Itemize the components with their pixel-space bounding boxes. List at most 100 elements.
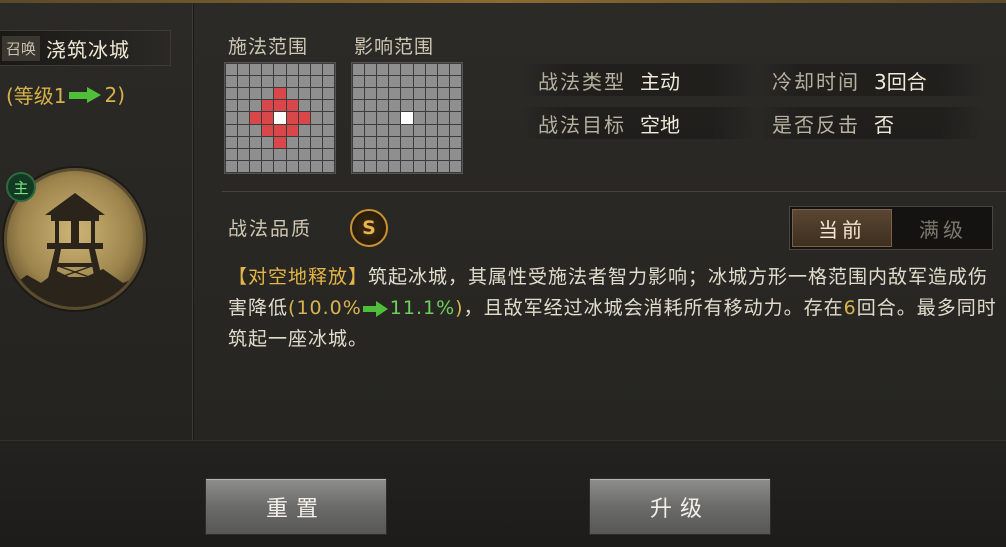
range-cell: [238, 100, 250, 112]
range-cell: [353, 136, 365, 148]
range-cell: [250, 64, 262, 76]
counterattack-row: 是否反击 否: [756, 107, 986, 139]
effect-range-label: 影响范围: [354, 36, 435, 58]
range-cell: [425, 112, 437, 124]
range-cell: [250, 100, 262, 112]
range-cell: [262, 88, 274, 100]
range-cell: [449, 88, 461, 100]
range-cell-affected: [262, 112, 274, 124]
range-cell: [449, 100, 461, 112]
range-cell: [449, 64, 461, 76]
range-cell: [322, 64, 334, 76]
range-cell: [226, 88, 238, 100]
action-bar: [0, 440, 1006, 547]
range-cell: [322, 124, 334, 136]
range-cell: [286, 136, 298, 148]
upgrade-button[interactable]: 升级: [589, 478, 771, 535]
range-cell: [238, 148, 250, 160]
range-cell: [322, 88, 334, 100]
description-part2: ，且敌军经过冰城会消耗所有移动力。存在: [463, 297, 844, 319]
range-cell: [425, 76, 437, 88]
range-cell: [353, 76, 365, 88]
range-cell: [310, 124, 322, 136]
range-cell: [262, 148, 274, 160]
skill-target-key: 战法目标: [538, 112, 626, 137]
range-cell: [226, 100, 238, 112]
range-cell: [401, 76, 413, 88]
range-cell: [322, 148, 334, 160]
range-cell: [262, 76, 274, 88]
skill-name: 浇筑冰城: [46, 37, 131, 62]
range-cell: [413, 160, 425, 172]
range-cell: [353, 100, 365, 112]
range-cell: [413, 136, 425, 148]
range-cell: [365, 76, 377, 88]
range-cell: [322, 136, 334, 148]
range-cell-affected: [274, 88, 286, 100]
range-cell: [425, 160, 437, 172]
range-cell: [413, 148, 425, 160]
range-cell: [250, 124, 262, 136]
range-cell: [310, 88, 322, 100]
range-cell: [274, 64, 286, 76]
range-cell: [389, 160, 401, 172]
range-cell: [298, 64, 310, 76]
range-cell: [250, 136, 262, 148]
range-cell: [389, 100, 401, 112]
range-cell: [365, 136, 377, 148]
range-cell: [365, 112, 377, 124]
range-cell: [226, 148, 238, 160]
range-cell-affected: [286, 124, 298, 136]
cooldown-key: 冷却时间: [772, 69, 860, 94]
range-cell: [353, 124, 365, 136]
range-cell: [286, 160, 298, 172]
range-cell: [226, 76, 238, 88]
range-cell: [322, 100, 334, 112]
range-cell: [389, 88, 401, 100]
range-cell: [262, 136, 274, 148]
range-cell: [377, 160, 389, 172]
range-cell: [401, 124, 413, 136]
range-cell: [298, 160, 310, 172]
range-cell: [286, 76, 298, 88]
range-cell: [310, 160, 322, 172]
range-cell: [449, 124, 461, 136]
range-cell: [389, 64, 401, 76]
range-cell: [401, 100, 413, 112]
range-cell: [238, 88, 250, 100]
range-cell: [425, 64, 437, 76]
tab-max-level[interactable]: 满级: [894, 207, 992, 249]
range-cell: [286, 148, 298, 160]
range-cell-affected: [250, 112, 262, 124]
range-cell: [365, 160, 377, 172]
range-cell-affected: [274, 124, 286, 136]
range-cell-affected: [262, 124, 274, 136]
range-cell: [365, 148, 377, 160]
range-cell: [310, 64, 322, 76]
range-cell: [286, 88, 298, 100]
range-cell: [226, 136, 238, 148]
range-cell: [238, 112, 250, 124]
range-cell: [389, 124, 401, 136]
range-cell: [250, 88, 262, 100]
range-cell: [365, 64, 377, 76]
range-cell: [377, 100, 389, 112]
range-cell: [401, 64, 413, 76]
description-close-paren: ): [455, 297, 464, 319]
range-cell: [238, 160, 250, 172]
range-cell: [226, 64, 238, 76]
reset-button[interactable]: 重置: [205, 478, 387, 535]
range-cell: [437, 112, 449, 124]
range-cell: [437, 160, 449, 172]
range-cell: [365, 88, 377, 100]
range-cell: [226, 112, 238, 124]
range-cell: [226, 124, 238, 136]
range-cell: [322, 160, 334, 172]
tab-current-level[interactable]: 当前: [792, 209, 892, 247]
range-cell: [238, 64, 250, 76]
range-cell: [377, 124, 389, 136]
range-cell: [401, 88, 413, 100]
range-cell: [298, 100, 310, 112]
range-cell-affected: [286, 100, 298, 112]
range-cell: [226, 160, 238, 172]
